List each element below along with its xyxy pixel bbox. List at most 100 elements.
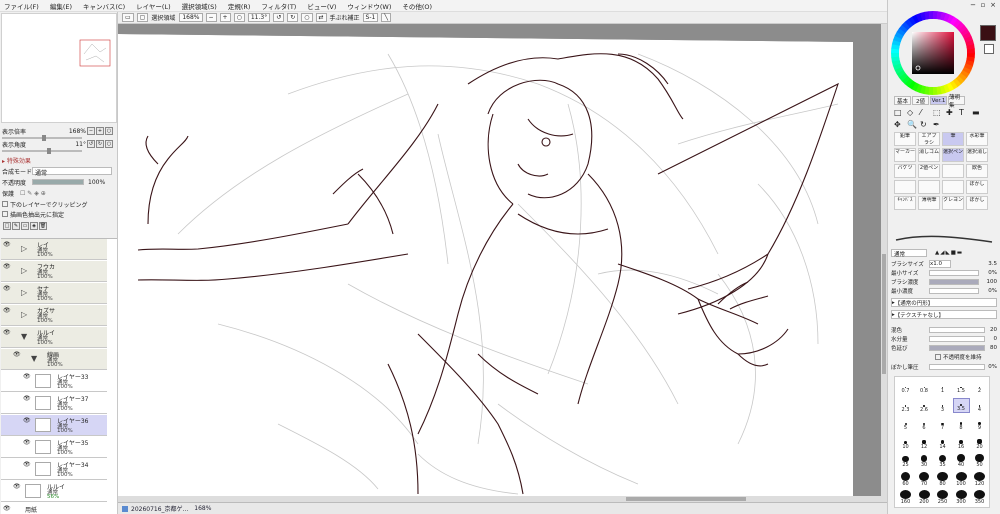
delete-layer-button[interactable]: 🗑: [39, 222, 47, 230]
horizontal-scroll-thumb[interactable]: [626, 497, 746, 501]
water-slider[interactable]: [929, 335, 985, 342]
visibility-eye-icon[interactable]: 👁: [23, 417, 31, 425]
brush-tool-cell[interactable]: [942, 180, 964, 194]
brush-tool-cell[interactable]: クレヨン: [942, 196, 964, 210]
brush-size-preset[interactable]: 0.8: [916, 379, 933, 394]
layer-folder[interactable]: 👁 ▷ フウカ 通常 100%: [1, 261, 107, 282]
layer-item[interactable]: 👁 レイヤー34 通常 100%: [1, 459, 107, 480]
zoom-out-icon[interactable]: −: [205, 13, 217, 22]
brush-tool-cell[interactable]: 消しゴム: [918, 148, 940, 162]
brush-size-preset[interactable]: 6: [916, 416, 933, 431]
brush-size-preset[interactable]: 10: [897, 435, 914, 450]
tool-tab[interactable]: 2値: [912, 96, 929, 105]
selection-clear-icon[interactable]: ▢: [136, 13, 149, 22]
stabilizer-select[interactable]: S-1: [362, 13, 379, 22]
blur-slider[interactable]: [929, 363, 985, 370]
visibility-eye-icon[interactable]: 👁: [3, 329, 11, 337]
folder-expanded-icon[interactable]: ▼: [31, 354, 37, 363]
lasso-icon[interactable]: ◇: [907, 108, 913, 117]
brush-tool-cell[interactable]: 選択消し: [966, 148, 988, 162]
brush-size-preset[interactable]: 300: [953, 490, 970, 505]
brush-size-preset[interactable]: 9: [971, 416, 988, 431]
keep-opacity-checkbox[interactable]: [935, 353, 941, 360]
tool-tab[interactable]: Ver.1: [930, 96, 947, 105]
rotate-right-icon[interactable]: ↻: [287, 13, 299, 22]
brush-tool-cell[interactable]: [918, 180, 940, 194]
layer-item[interactable]: 👁 用紙: [1, 503, 107, 514]
brush-size-preset[interactable]: 35: [934, 453, 951, 468]
brush-size-preset[interactable]: 70: [916, 471, 933, 487]
brush-tool-cell[interactable]: [894, 180, 916, 194]
restore-icon[interactable]: ▫: [978, 1, 988, 10]
brush-size-preset[interactable]: 14: [934, 435, 951, 450]
layer-folder[interactable]: 👁 ▷ レイ 通常 100%: [1, 239, 107, 260]
visibility-eye-icon[interactable]: 👁: [3, 241, 11, 249]
eyedropper-icon[interactable]: ✒: [933, 120, 940, 129]
layer-item[interactable]: 👁 レイヤー36 通常 100%: [1, 415, 107, 436]
drawing-canvas[interactable]: [118, 24, 881, 496]
clip-checkbox[interactable]: [2, 201, 8, 207]
brush-size-preset[interactable]: 3: [934, 398, 951, 413]
brush-tool-cell[interactable]: ぼかし: [966, 196, 988, 210]
main-color-swatch[interactable]: [980, 25, 996, 41]
brush-mode-select[interactable]: 通常: [891, 248, 927, 258]
zoom-fit-icon[interactable]: ○: [233, 13, 245, 22]
brush-tool-cell[interactable]: 選択ペン: [942, 148, 964, 162]
brush-size-preset[interactable]: 2: [971, 379, 988, 394]
rotate-right-button[interactable]: ↻: [96, 140, 104, 148]
brush-tool-cell[interactable]: 飲色: [966, 164, 988, 178]
brush-size-preset[interactable]: 160: [897, 490, 914, 505]
zoom-in-button[interactable]: +: [96, 127, 104, 135]
select-pen-icon[interactable]: ⬚: [933, 108, 941, 117]
brush-tool-cell[interactable]: 鉛筆: [894, 132, 916, 146]
tool-tab[interactable]: 薄明集: [948, 95, 965, 109]
rotate-reset-icon[interactable]: ○: [301, 13, 313, 22]
brush-tool-cell[interactable]: 水彩筆: [966, 132, 988, 146]
menu-item[interactable]: 選択領域(S): [182, 1, 217, 11]
visibility-eye-icon[interactable]: 👁: [23, 373, 31, 381]
density-slider[interactable]: [929, 278, 979, 285]
straight-line-icon[interactable]: ╲: [381, 13, 391, 22]
visibility-eye-icon[interactable]: 👁: [23, 461, 31, 469]
text-icon[interactable]: T: [959, 108, 964, 117]
minimize-icon[interactable]: −: [968, 1, 978, 10]
brush-size-preset[interactable]: 0.7: [897, 379, 914, 394]
move-icon[interactable]: ✚: [946, 108, 953, 117]
brush-size-preset[interactable]: 4: [971, 398, 988, 413]
blend-select[interactable]: 通常: [32, 167, 112, 177]
select-rect-icon[interactable]: □: [894, 108, 902, 117]
angle-select[interactable]: 11.3°: [247, 13, 271, 22]
folder-expanded-icon[interactable]: ▼: [21, 332, 27, 341]
brush-size-preset[interactable]: 3.5: [952, 397, 970, 413]
min-size-slider[interactable]: [929, 269, 979, 276]
folder-collapsed-icon[interactable]: ▷: [21, 266, 27, 275]
visibility-eye-icon[interactable]: 👁: [3, 505, 11, 513]
layer-folder[interactable]: 👁 ▼ 線画 通常 100%: [1, 349, 107, 370]
menu-item[interactable]: ウィンドウ(W): [347, 1, 391, 11]
folder-collapsed-icon[interactable]: ▷: [21, 310, 27, 319]
visibility-eye-icon[interactable]: 👁: [3, 285, 11, 293]
brush-size-preset[interactable]: 5: [897, 416, 914, 431]
brush-size-preset[interactable]: 2.6: [916, 398, 933, 413]
brush-size-preset[interactable]: 60: [897, 471, 914, 487]
brush-tool-cell[interactable]: 薄明筆: [918, 196, 940, 210]
brush-size-preset[interactable]: 250: [934, 490, 951, 505]
texture-select[interactable]: ▸ 【テクスチャなし】: [891, 310, 997, 319]
visibility-eye-icon[interactable]: 👁: [3, 263, 11, 271]
brush-size-preset[interactable]: 40: [953, 453, 970, 468]
brush-shape-select[interactable]: ▸ 【通常の円形】: [891, 298, 997, 307]
protect-icons[interactable]: ☐ ✎ ◈ ⊕: [20, 190, 46, 197]
brush-tool-cell[interactable]: エアブラシ: [918, 132, 940, 146]
layer-folder[interactable]: 👁 ▷ カズサ 通常 100%: [1, 305, 107, 326]
clip-row[interactable]: 下のレイヤーでクリッピング: [2, 199, 116, 209]
zoom-select[interactable]: 168%: [179, 13, 203, 22]
brush-tool-cell[interactable]: 2値ペン: [918, 164, 940, 178]
folder-collapsed-icon[interactable]: ▷: [21, 244, 27, 253]
opacity-slider[interactable]: [32, 179, 84, 185]
zoom-out-button[interactable]: −: [87, 127, 95, 135]
brush-size-preset[interactable]: 1.5: [953, 379, 970, 394]
brush-size-preset[interactable]: 80: [934, 471, 951, 487]
new-linework-button[interactable]: ✎: [12, 222, 20, 230]
brush-tool-cell[interactable]: ぼかし: [966, 180, 988, 194]
brush-tool-cell[interactable]: 筆: [942, 132, 964, 146]
